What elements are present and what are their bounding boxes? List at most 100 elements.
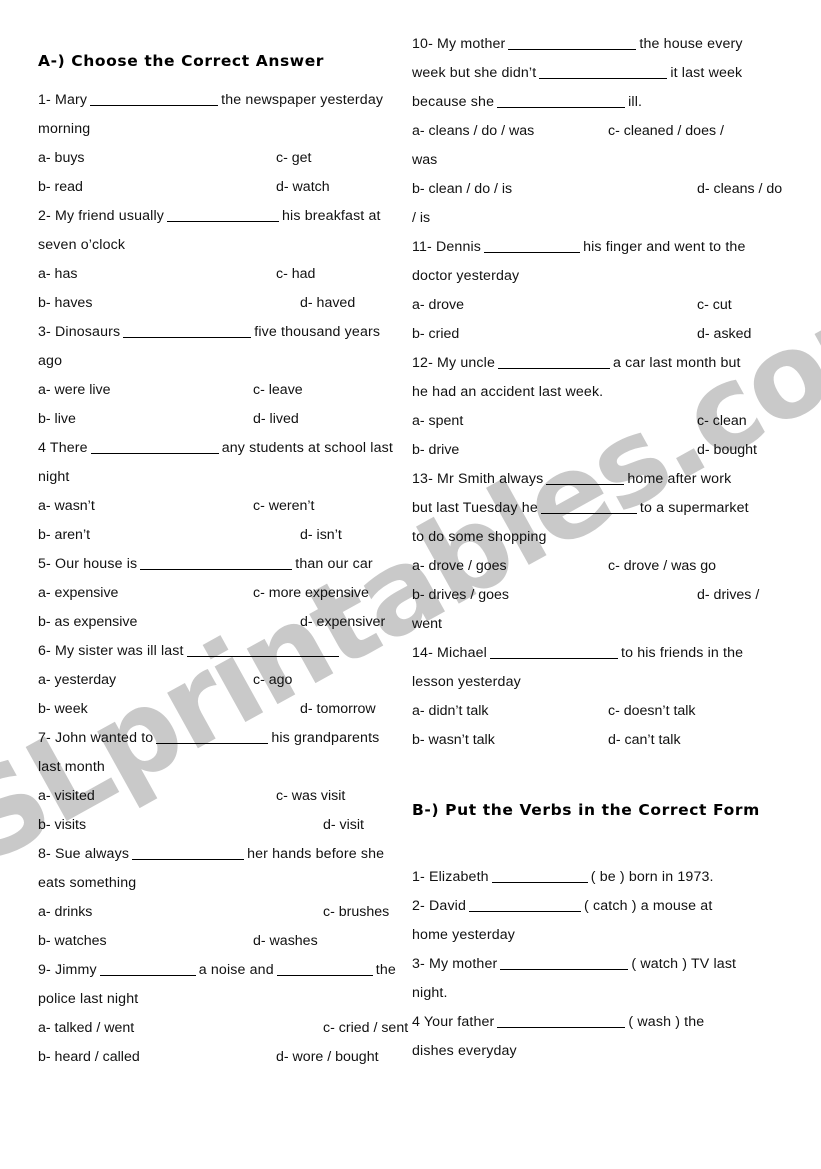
q1-option-a[interactable]: a- buys bbox=[38, 144, 85, 173]
q3-option-b[interactable]: b- live bbox=[38, 405, 76, 434]
q5-option-d[interactable]: d- expensiver bbox=[300, 608, 385, 637]
q14-blank[interactable] bbox=[489, 658, 618, 659]
q12-post: a car last month but bbox=[613, 355, 741, 371]
q6-option-a[interactable]: a- yesterday bbox=[38, 666, 116, 695]
q14-option-d[interactable]: d- can’t talk bbox=[608, 726, 681, 755]
q1-option-c[interactable]: c- get bbox=[276, 144, 311, 173]
q12-option-d[interactable]: d- bought bbox=[697, 436, 757, 465]
b3-blank[interactable] bbox=[500, 969, 629, 970]
q10-post: the house every bbox=[639, 36, 743, 52]
q10-option-b[interactable]: b- clean / do / is bbox=[412, 175, 512, 204]
question-6-options-bd: b- week d- tomorrow bbox=[38, 695, 400, 724]
q14-option-a[interactable]: a- didn’t talk bbox=[412, 697, 489, 726]
q10-option-a[interactable]: a- cleans / do / was bbox=[412, 117, 534, 146]
q4-option-d[interactable]: d- isn’t bbox=[300, 521, 342, 550]
question-12-options-ac: a- spent c- clean bbox=[412, 407, 799, 436]
q9-option-d[interactable]: d- wore / bought bbox=[276, 1043, 379, 1072]
q3-blank[interactable] bbox=[123, 337, 252, 338]
q1-blank[interactable] bbox=[90, 105, 219, 106]
q7-option-a[interactable]: a- visited bbox=[38, 782, 95, 811]
b4-blank[interactable] bbox=[497, 1027, 626, 1028]
q13-option-c[interactable]: c- drove / was go bbox=[608, 552, 716, 581]
q3-option-a[interactable]: a- were live bbox=[38, 376, 111, 405]
q14-option-c[interactable]: c- doesn’t talk bbox=[608, 697, 696, 726]
question-4-options-bd: b- aren’t d- isn’t bbox=[38, 521, 400, 550]
q13-option-a[interactable]: a- drove / goes bbox=[412, 552, 507, 581]
question-4: 4 There any students at school last night… bbox=[38, 434, 400, 550]
question-11-options-bd: b- cried d- asked bbox=[412, 320, 799, 349]
q9-blank-1[interactable] bbox=[99, 975, 196, 976]
q7-blank[interactable] bbox=[156, 743, 269, 744]
q10-blank-2[interactable] bbox=[539, 78, 668, 79]
q11-post: his finger and went to the bbox=[583, 239, 746, 255]
q7-option-d[interactable]: d- visit bbox=[323, 811, 364, 840]
q8-option-c[interactable]: c- brushes bbox=[323, 898, 389, 927]
q2-option-a[interactable]: a- has bbox=[38, 260, 77, 289]
q7-option-c[interactable]: c- was visit bbox=[276, 782, 345, 811]
q5-option-a[interactable]: a- expensive bbox=[38, 579, 118, 608]
q10-option-d-continued[interactable]: / is bbox=[412, 204, 799, 233]
q6-option-d[interactable]: d- tomorrow bbox=[300, 695, 376, 724]
q4-option-b[interactable]: b- aren’t bbox=[38, 521, 90, 550]
q10-option-d[interactable]: d- cleans / do bbox=[697, 175, 782, 204]
q7-post: his grandparents bbox=[271, 730, 380, 746]
q3-option-c[interactable]: c- leave bbox=[253, 376, 303, 405]
q8-option-b[interactable]: b- watches bbox=[38, 927, 107, 956]
q9-option-a[interactable]: a- talked / went bbox=[38, 1014, 134, 1043]
q5-option-c[interactable]: c- more expensive bbox=[253, 579, 369, 608]
q7-option-b[interactable]: b- visits bbox=[38, 811, 86, 840]
q13-option-d[interactable]: d- drives / bbox=[697, 581, 759, 610]
q11-option-b[interactable]: b- cried bbox=[412, 320, 459, 349]
q6-option-b[interactable]: b- week bbox=[38, 695, 88, 724]
q2-option-d[interactable]: d- haved bbox=[300, 289, 355, 318]
q4-blank[interactable] bbox=[90, 453, 219, 454]
q8-option-a[interactable]: a- drinks bbox=[38, 898, 92, 927]
q6-blank[interactable] bbox=[186, 656, 339, 657]
q8-option-d[interactable]: d- washes bbox=[253, 927, 318, 956]
q5-blank[interactable] bbox=[140, 569, 293, 570]
b1-blank[interactable] bbox=[491, 882, 588, 883]
q1-option-b[interactable]: b- read bbox=[38, 173, 83, 202]
b2-blank[interactable] bbox=[469, 911, 582, 912]
b1-post: ( be ) born in 1973. bbox=[590, 869, 714, 885]
q13-option-d-continued[interactable]: went bbox=[412, 610, 799, 639]
q10-blank-1[interactable] bbox=[508, 49, 637, 50]
q13-blank-2[interactable] bbox=[540, 513, 637, 514]
q12-option-a[interactable]: a- spent bbox=[412, 407, 463, 436]
q14-option-b[interactable]: b- wasn’t talk bbox=[412, 726, 495, 755]
q9-option-b[interactable]: b- heard / called bbox=[38, 1043, 140, 1072]
q4-option-c[interactable]: c- weren’t bbox=[253, 492, 315, 521]
q13-option-b[interactable]: b- drives / goes bbox=[412, 581, 509, 610]
question-4-stem-line2: night bbox=[38, 469, 70, 485]
q13-blank-1[interactable] bbox=[546, 484, 625, 485]
q2-option-c[interactable]: c- had bbox=[276, 260, 315, 289]
q10-option-c-continued[interactable]: was bbox=[412, 146, 799, 175]
q6-option-c[interactable]: c- ago bbox=[253, 666, 292, 695]
q11-blank[interactable] bbox=[484, 252, 581, 253]
q5-post: than our car bbox=[295, 556, 373, 572]
q2-post: his breakfast at bbox=[282, 208, 381, 224]
question-9-options-ac: a- talked / went c- cried / sent bbox=[38, 1014, 408, 1043]
q10-option-c[interactable]: c- cleaned / does / bbox=[608, 117, 724, 146]
q3-option-d[interactable]: d- lived bbox=[253, 405, 299, 434]
q9-option-c[interactable]: c- cried / sent bbox=[323, 1014, 408, 1043]
q2-option-b[interactable]: b- haves bbox=[38, 289, 92, 318]
q11-option-d[interactable]: d- asked bbox=[697, 320, 751, 349]
question-1-options-ac: a- buys c- get bbox=[38, 144, 400, 173]
q2-blank[interactable] bbox=[167, 221, 280, 222]
q11-option-a[interactable]: a- drove bbox=[412, 291, 464, 320]
q10-blank-3[interactable] bbox=[497, 107, 626, 108]
question-4-options-ac: a- wasn’t c- weren’t bbox=[38, 492, 400, 521]
q12-option-c[interactable]: c- clean bbox=[697, 407, 747, 436]
q11-option-c[interactable]: c- cut bbox=[697, 291, 732, 320]
q1-option-d[interactable]: d- watch bbox=[276, 173, 330, 202]
q4-option-a[interactable]: a- wasn’t bbox=[38, 492, 95, 521]
q12-option-b[interactable]: b- drive bbox=[412, 436, 459, 465]
q5-option-b[interactable]: b- as expensive bbox=[38, 608, 137, 637]
b1-line1: 1- Elizabeth ( be ) born in 1973. bbox=[412, 863, 799, 892]
question-12: 12- My uncle a car last month but he had … bbox=[412, 349, 799, 465]
q12-blank[interactable] bbox=[498, 368, 611, 369]
q9-blank-2[interactable] bbox=[276, 975, 373, 976]
q13-post: home after work bbox=[627, 471, 732, 487]
q8-blank[interactable] bbox=[132, 859, 245, 860]
